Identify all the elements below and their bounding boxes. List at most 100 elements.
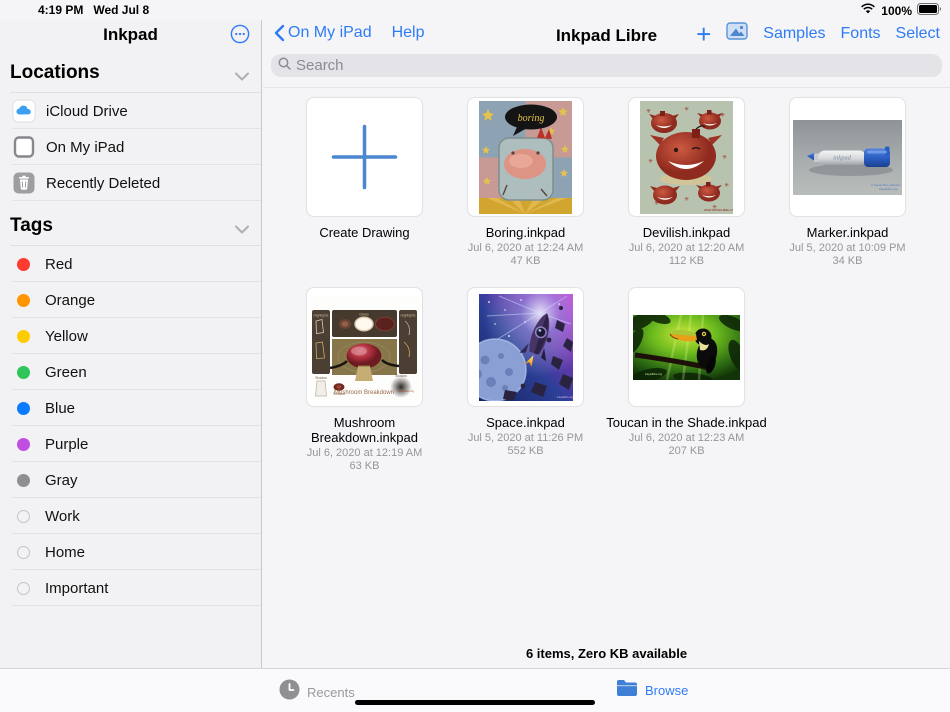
help-button[interactable]: Help [392, 24, 425, 42]
svg-text:boring: boring [518, 113, 545, 124]
folder-icon [616, 679, 638, 702]
samples-button[interactable]: Samples [763, 25, 825, 43]
file-name: Devilish.inkpad [604, 225, 769, 240]
sidebar-tag-red[interactable]: Red [0, 246, 261, 282]
tag-color-dot [17, 582, 30, 595]
file-date: Jul 5, 2020 at 11:26 PM [443, 432, 608, 445]
tab-browse[interactable]: Browse [616, 679, 688, 702]
file-size: 112 KB [604, 255, 769, 268]
sidebar-item-label: On My iPad [46, 139, 124, 156]
sidebar-tag-purple[interactable]: Purple [0, 426, 261, 462]
svg-text:Mushroom Breakdown: Mushroom Breakdown [334, 390, 394, 396]
tags-section-header[interactable]: Tags [0, 215, 261, 245]
photo-import-icon[interactable] [726, 22, 748, 45]
wifi-icon [860, 3, 876, 18]
create-drawing-card[interactable] [306, 97, 423, 217]
search-placeholder: Search [296, 57, 344, 74]
svg-text:✳: ✳ [684, 196, 689, 203]
file-thumbnail[interactable]: ✳✳✳ ✳✳✳ ✳✳✳ [628, 97, 745, 217]
search-input[interactable]: Search [271, 54, 942, 77]
file-thumbnail[interactable]: inkpadlibre.org [628, 287, 745, 407]
file-tile-mushroom[interactable]: Highlights Highlights Glows [306, 287, 423, 473]
back-button[interactable]: On My iPad [273, 24, 372, 42]
devilish-thumbnail-image: ✳✳✳ ✳✳✳ ✳✳✳ [640, 101, 733, 214]
file-tile-boring[interactable]: boring Boring.inkpad Jul 6, 2020 at 12:2… [467, 97, 584, 268]
sidebar-tag-home[interactable]: Home [0, 534, 261, 570]
inkpad-app-window: 4:19 PM Wed Jul 8 100% Inkpad Locations [0, 0, 950, 712]
svg-text:inkpadlibre.org: inkpadlibre.org [398, 390, 414, 393]
sidebar-tag-work[interactable]: Work [0, 498, 261, 534]
file-thumbnail[interactable]: Highlights Highlights Glows [306, 287, 423, 407]
select-button[interactable]: Select [896, 25, 940, 43]
create-drawing-tile[interactable]: Create Drawing [306, 97, 423, 268]
chevron-down-icon [235, 221, 249, 239]
svg-text:Highlights: Highlights [401, 313, 416, 317]
space-thumbnail-image: inkpadlibre.org [479, 294, 573, 401]
file-tile-marker[interactable]: inkpad © inkpad libre collection inkpadl… [789, 97, 906, 268]
file-grid-row-1: Create Drawing [306, 97, 906, 268]
tag-label: Important [45, 580, 108, 597]
sidebar: Inkpad Locations iCloud Drive On My iPad [0, 20, 262, 668]
search-bar-row: Search [263, 48, 950, 88]
file-meta: Jul 6, 2020 at 12:24 AM 47 KB [443, 242, 608, 268]
file-name: Create Drawing [282, 225, 447, 240]
search-icon [278, 57, 291, 75]
sidebar-item-label: Recently Deleted [46, 175, 160, 192]
tag-color-dot [17, 294, 30, 307]
file-tile-toucan[interactable]: inkpadlibre.org Toucan in the Shade.inkp… [628, 287, 745, 473]
svg-text:✳: ✳ [648, 158, 653, 165]
file-thumbnail[interactable]: boring [467, 97, 584, 217]
file-thumbnail[interactable]: inkpadlibre.org [467, 287, 584, 407]
svg-text:✳: ✳ [720, 112, 725, 119]
file-meta: Jul 6, 2020 at 12:19 AM 63 KB [282, 447, 447, 473]
sidebar-header: Inkpad [0, 20, 261, 48]
tag-color-dot [17, 546, 30, 559]
svg-text:Glows: Glows [359, 312, 369, 316]
sidebar-title: Inkpad [0, 25, 261, 45]
bottom-tab-bar: Recents Browse [0, 668, 950, 712]
file-size: 207 KB [604, 445, 769, 458]
sidebar-tag-gray[interactable]: Gray [0, 462, 261, 498]
sidebar-tag-important[interactable]: Important [0, 570, 261, 606]
sidebar-item-on-my-ipad[interactable]: On My iPad [0, 129, 261, 165]
add-button[interactable]: + [696, 23, 711, 45]
tag-color-dot [17, 402, 30, 415]
file-date: Jul 6, 2020 at 12:23 AM [604, 432, 769, 445]
home-indicator[interactable] [355, 700, 595, 705]
tag-color-dot [17, 366, 30, 379]
file-date: Jul 5, 2020 at 10:09 PM [765, 242, 930, 255]
svg-text:Highlights: Highlights [314, 313, 329, 317]
sidebar-item-icloud-drive[interactable]: iCloud Drive [0, 93, 261, 129]
file-meta: Jul 6, 2020 at 12:20 AM 112 KB [604, 242, 769, 268]
file-tile-space[interactable]: inkpadlibre.org Space.inkpad Jul 5, 2020… [467, 287, 584, 473]
file-tile-devilish[interactable]: ✳✳✳ ✳✳✳ ✳✳✳ [628, 97, 745, 268]
fonts-button[interactable]: Fonts [841, 25, 881, 43]
file-date: Jul 6, 2020 at 12:19 AM [282, 447, 447, 460]
file-name: Boring.inkpad [443, 225, 608, 240]
file-name: Toucan in the Shade.inkpad [604, 415, 769, 430]
file-browser-main: On My iPad Help Inkpad Libre + Samples F… [263, 20, 950, 668]
navigation-bar: On My iPad Help Inkpad Libre + Samples F… [263, 20, 950, 48]
tag-label: Green [45, 364, 87, 381]
battery-percent: 100% [881, 4, 912, 18]
sidebar-item-recently-deleted[interactable]: Recently Deleted [0, 165, 261, 201]
file-thumbnail[interactable]: inkpad © inkpad libre collection inkpadl… [789, 97, 906, 217]
file-name: Marker.inkpad [765, 225, 930, 240]
divider [12, 605, 261, 606]
sidebar-item-label: iCloud Drive [46, 103, 128, 120]
svg-text:✳: ✳ [646, 108, 651, 115]
tab-recents[interactable]: Recents [279, 679, 355, 705]
tag-label: Yellow [45, 328, 88, 345]
tab-recents-label: Recents [307, 685, 355, 700]
sidebar-tag-green[interactable]: Green [0, 354, 261, 390]
locations-section-header[interactable]: Locations [0, 62, 261, 92]
svg-text:inkpadlibre.org: inkpadlibre.org [557, 396, 573, 399]
sidebar-tag-orange[interactable]: Orange [0, 282, 261, 318]
more-options-button[interactable] [230, 24, 250, 44]
sidebar-tag-yellow[interactable]: Yellow [0, 318, 261, 354]
sidebar-tag-blue[interactable]: Blue [0, 390, 261, 426]
file-size: 34 KB [765, 255, 930, 268]
tag-color-dot [17, 510, 30, 523]
svg-text:✳: ✳ [722, 154, 727, 161]
file-name: Space.inkpad [443, 415, 608, 430]
